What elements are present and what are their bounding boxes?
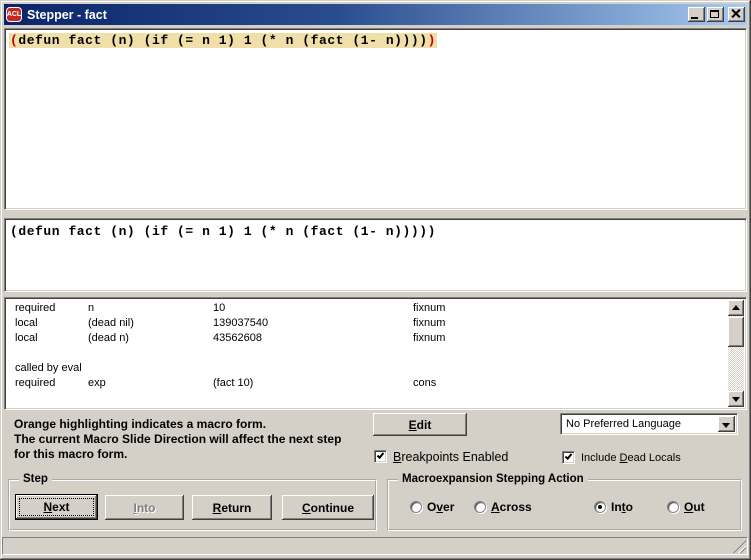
breakpoints-enabled-label[interactable]: Breakpoints Enabled: [393, 450, 508, 464]
step-group: Step Next Into Return Continue: [8, 479, 377, 531]
titlebar[interactable]: ACL Stepper - fact: [4, 4, 747, 25]
locals-list: requiredn10fixnum local(dead nil)1390375…: [7, 301, 727, 407]
continue-button[interactable]: Continue: [282, 495, 374, 520]
macro-form-body: defun fact (n) (if (= n 1) 1 (* n (fact …: [18, 33, 427, 48]
breakpoints-enabled-checkbox[interactable]: [374, 450, 387, 463]
table-row[interactable]: requiredexp(fact 10)cons: [7, 376, 727, 391]
radio-selected-dot: [598, 505, 602, 509]
dropdown-value: No Preferred Language: [566, 418, 681, 430]
scroll-down-button[interactable]: [728, 391, 744, 407]
edit-button[interactable]: Edit: [373, 413, 467, 436]
stepper-window: ACL Stepper - fact (defun fact (n) (if (…: [0, 0, 751, 560]
dropdown-arrow-button[interactable]: [718, 416, 735, 432]
include-dead-locals-checkbox[interactable]: [562, 451, 575, 464]
close-paren: ): [428, 33, 436, 48]
source-form-text: (defun fact (n) (if (= n 1) 1 (* n (fact…: [10, 224, 436, 239]
checkmark-icon: [565, 452, 573, 460]
radio-across-label[interactable]: Across: [491, 500, 532, 514]
return-button[interactable]: Return: [192, 495, 272, 520]
maximize-icon: [710, 10, 719, 18]
radio-into-label[interactable]: Into: [611, 500, 633, 514]
status-bar: [2, 537, 748, 555]
radio-out[interactable]: [667, 501, 679, 513]
table-row[interactable]: requiredn10fixnum: [7, 301, 727, 316]
resize-grip[interactable]: [733, 540, 746, 553]
arrow-up-icon: [732, 305, 740, 310]
step-group-label: Step: [19, 473, 52, 485]
locals-pane[interactable]: requiredn10fixnum local(dead nil)1390375…: [4, 297, 747, 410]
next-button[interactable]: Next: [15, 494, 98, 520]
table-row: [7, 346, 727, 361]
into-button[interactable]: Into: [105, 495, 184, 520]
macroexpansion-group: Macroexpansion Stepping Action Over Acro…: [387, 479, 742, 531]
minimize-icon: [691, 17, 698, 19]
radio-across[interactable]: [474, 501, 486, 513]
info-line-1: Orange highlighting indicates a macro fo…: [14, 417, 369, 432]
preferred-language-dropdown[interactable]: No Preferred Language: [560, 413, 738, 435]
window-title: Stepper - fact: [27, 8, 686, 22]
chevron-down-icon: [722, 423, 730, 428]
table-row[interactable]: called by eval: [7, 361, 727, 376]
arrow-down-icon: [732, 397, 740, 402]
table-row: [7, 391, 727, 406]
radio-over-label[interactable]: Over: [427, 500, 454, 514]
locals-scrollbar[interactable]: [728, 300, 744, 407]
acl-app-icon: ACL: [6, 7, 22, 22]
highlighted-macro-form[interactable]: (defun fact (n) (if (= n 1) 1 (* n (fact…: [9, 33, 437, 48]
table-row[interactable]: called by eval: [7, 406, 727, 407]
minimize-button[interactable]: [688, 7, 705, 22]
scroll-up-button[interactable]: [728, 300, 744, 316]
scrollbar-thumb[interactable]: [728, 317, 744, 347]
macro-info-text: Orange highlighting indicates a macro fo…: [14, 417, 369, 462]
info-line-3: for this macro form.: [14, 447, 369, 462]
info-line-2: The current Macro Slide Direction will a…: [14, 432, 369, 447]
include-dead-locals-label[interactable]: Include Dead Locals: [581, 452, 681, 464]
close-button[interactable]: [728, 7, 745, 22]
source-form-pane[interactable]: (defun fact (n) (if (= n 1) 1 (* n (fact…: [4, 218, 747, 292]
maximize-button[interactable]: [707, 7, 724, 22]
close-icon: [731, 9, 741, 19]
table-row[interactable]: local(dead n)43562608fixnum: [7, 331, 727, 346]
table-row[interactable]: local(dead nil)139037540fixnum: [7, 316, 727, 331]
macro-form-pane[interactable]: (defun fact (n) (if (= n 1) 1 (* n (fact…: [4, 28, 747, 210]
radio-over[interactable]: [410, 501, 422, 513]
checkmark-icon: [377, 451, 385, 459]
radio-into[interactable]: [594, 501, 606, 513]
radio-out-label[interactable]: Out: [684, 500, 705, 514]
macroexpansion-group-label: Macroexpansion Stepping Action: [398, 473, 588, 485]
